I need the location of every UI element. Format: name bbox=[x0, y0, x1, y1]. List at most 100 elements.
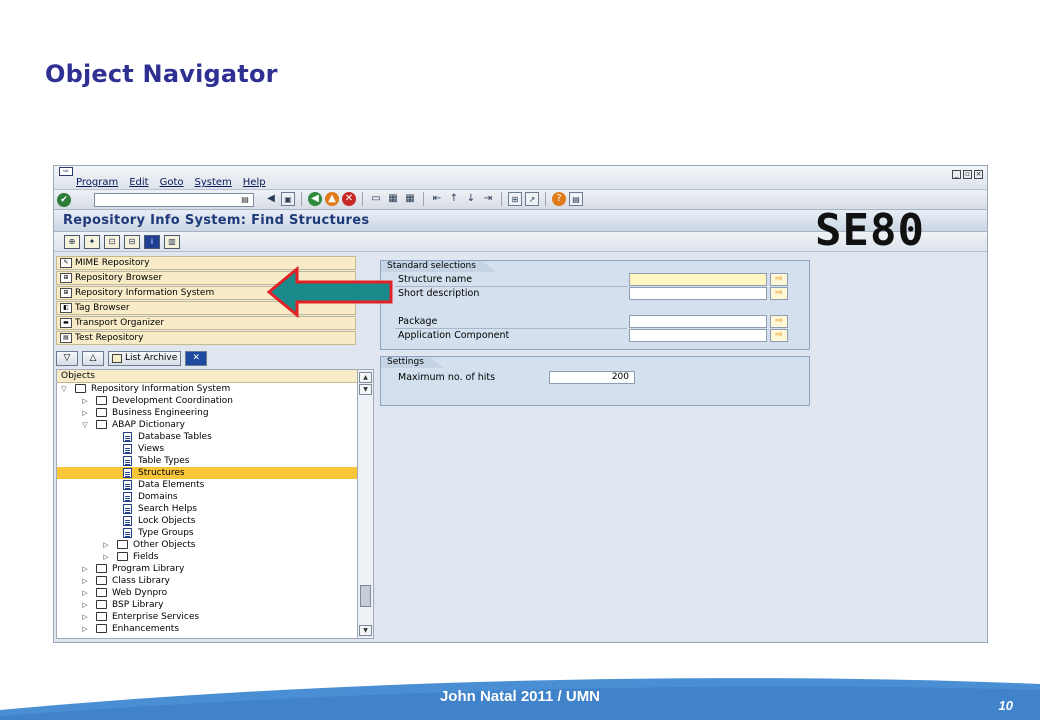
layout-menu-icon[interactable]: ▤ bbox=[569, 192, 583, 206]
tree-row-abap-dictionary[interactable]: ▽ ABAP Dictionary bbox=[57, 419, 357, 431]
tree-row-label: BSP Library bbox=[112, 600, 164, 610]
back-icon[interactable]: ◀ bbox=[308, 192, 322, 206]
tree-row-bsp-library[interactable]: ▷ BSP Library bbox=[57, 599, 357, 611]
tree-row-database-tables[interactable]: Database Tables bbox=[57, 431, 357, 443]
tree-row-lock-objects[interactable]: Lock Objects bbox=[57, 515, 357, 527]
tree-row-label: Lock Objects bbox=[138, 516, 196, 526]
nav-item-transport-organizer[interactable]: ▬ Transport Organizer bbox=[56, 316, 356, 330]
document-icon bbox=[123, 492, 132, 502]
application-component-search-icon[interactable]: ⇨ bbox=[770, 329, 788, 342]
slide-title: Object Navigator bbox=[45, 60, 278, 88]
exit-icon[interactable]: ▲ bbox=[325, 192, 339, 206]
short-description-input[interactable] bbox=[629, 287, 767, 300]
menu-goto[interactable]: Goto bbox=[160, 177, 184, 188]
tree-row-type-groups[interactable]: Type Groups bbox=[57, 527, 357, 539]
list-archive-button[interactable]: List Archive bbox=[108, 351, 182, 366]
layout-icon[interactable]: ▥ bbox=[164, 235, 180, 249]
last-page-icon[interactable]: ⇥ bbox=[481, 192, 495, 206]
tree-row-data-elements[interactable]: Data Elements bbox=[57, 479, 357, 491]
tree-row-domains[interactable]: Domains bbox=[57, 491, 357, 503]
expand-arrow-icon[interactable]: ▷ bbox=[80, 395, 90, 407]
info-icon[interactable]: i bbox=[144, 235, 160, 249]
command-history-icon[interactable]: ▤ bbox=[239, 194, 251, 206]
tree-row-label: Fields bbox=[133, 552, 159, 562]
menu-edit[interactable]: Edit bbox=[129, 177, 148, 188]
back-arrow-icon[interactable]: ◀ bbox=[264, 192, 278, 206]
expand-arrow-icon[interactable]: ▷ bbox=[80, 599, 90, 611]
scroll-up-icon[interactable]: ▲ bbox=[359, 372, 372, 383]
structure-name-input[interactable] bbox=[629, 273, 767, 286]
tree-row-class-library[interactable]: ▷ Class Library bbox=[57, 575, 357, 587]
scroll-down-icon[interactable]: ▼ bbox=[359, 384, 372, 395]
tree-row-enterprise-services[interactable]: ▷ Enterprise Services bbox=[57, 611, 357, 623]
close-window-icon[interactable]: × bbox=[974, 170, 983, 179]
tree-row-program-library[interactable]: ▷ Program Library bbox=[57, 563, 357, 575]
tree-row-label: Enhancements bbox=[112, 624, 180, 634]
tree-row-fields[interactable]: ▷ Fields bbox=[57, 551, 357, 563]
tree-scrollbar[interactable]: ▲ ▼ ▼ bbox=[357, 370, 373, 638]
find-next-icon[interactable]: ▦ bbox=[403, 192, 417, 206]
menu-help[interactable]: Help bbox=[243, 177, 266, 188]
package-search-icon[interactable]: ⇨ bbox=[770, 315, 788, 328]
next-page-icon[interactable]: ↓ bbox=[464, 192, 478, 206]
document-icon bbox=[123, 432, 132, 442]
tree-row-enhancements[interactable]: ▷ Enhancements bbox=[57, 623, 357, 635]
archive-icon bbox=[112, 354, 122, 363]
command-field[interactable] bbox=[94, 193, 254, 207]
tree-row-label: Table Types bbox=[138, 456, 190, 466]
scroll-bottom-icon[interactable]: ▼ bbox=[359, 625, 372, 636]
scroll-thumb[interactable] bbox=[360, 585, 371, 607]
expand-arrow-icon[interactable]: ▷ bbox=[80, 587, 90, 599]
help-icon[interactable]: ? bbox=[552, 192, 566, 206]
variant-icon[interactable]: ⊡ bbox=[104, 235, 120, 249]
tree-row-table-types[interactable]: Table Types bbox=[57, 455, 357, 467]
execute-icon[interactable]: ⊕ bbox=[64, 235, 80, 249]
enter-icon[interactable]: ✔ bbox=[57, 193, 71, 207]
short-description-row: Short description ⇨ bbox=[381, 287, 809, 300]
structure-name-search-icon[interactable]: ⇨ bbox=[770, 273, 788, 286]
new-session-icon[interactable]: ⊞ bbox=[508, 192, 522, 206]
tree-toggle-icon[interactable]: ⊟ bbox=[124, 235, 140, 249]
application-component-input[interactable] bbox=[629, 329, 767, 342]
max-hits-input[interactable]: 200 bbox=[549, 371, 635, 384]
package-input[interactable] bbox=[629, 315, 767, 328]
tree-row-structures[interactable]: Structures bbox=[57, 467, 357, 479]
settings-icon[interactable]: ✦ bbox=[84, 235, 100, 249]
tree-row-label: ABAP Dictionary bbox=[112, 420, 185, 430]
cancel-icon[interactable]: ✕ bbox=[342, 192, 356, 206]
restore-icon[interactable]: ▫ bbox=[963, 170, 972, 179]
close-tree-icon[interactable]: ✕ bbox=[185, 351, 208, 366]
previous-page-icon[interactable]: ↑ bbox=[447, 192, 461, 206]
collapse-icon[interactable]: △ bbox=[82, 351, 104, 366]
menu-system[interactable]: System bbox=[194, 177, 231, 188]
tree-row-other-objects[interactable]: ▷ Other Objects bbox=[57, 539, 357, 551]
first-page-icon[interactable]: ⇤ bbox=[430, 192, 444, 206]
tree-row-business-engineering[interactable]: ▷ Business Engineering bbox=[57, 407, 357, 419]
minimize-icon[interactable]: _ bbox=[952, 170, 961, 179]
tree-row-search-helps[interactable]: Search Helps bbox=[57, 503, 357, 515]
nav-item-test-repository[interactable]: ▤ Test Repository bbox=[56, 331, 356, 345]
expand-arrow-icon[interactable]: ▷ bbox=[80, 575, 90, 587]
tree-row-repository-information-system[interactable]: ▽ Repository Information System bbox=[57, 383, 357, 395]
print-icon[interactable]: ▭ bbox=[369, 192, 383, 206]
short-description-search-icon[interactable]: ⇨ bbox=[770, 287, 788, 300]
save-icon[interactable]: ▣ bbox=[281, 192, 295, 206]
tree-row-views[interactable]: Views bbox=[57, 443, 357, 455]
collapse-arrow-icon[interactable]: ▽ bbox=[59, 383, 69, 395]
expand-arrow-icon[interactable]: ▷ bbox=[80, 407, 90, 419]
tree-row-web-dynpro[interactable]: ▷ Web Dynpro bbox=[57, 587, 357, 599]
menu-program[interactable]: Program bbox=[76, 177, 118, 188]
sap-menu-icon[interactable]: ⇨ bbox=[59, 167, 73, 176]
expand-icon[interactable]: ▽ bbox=[56, 351, 78, 366]
tree-row-development-coordination[interactable]: ▷ Development Coordination bbox=[57, 395, 357, 407]
expand-arrow-icon[interactable]: ▷ bbox=[101, 551, 111, 563]
expand-arrow-icon[interactable]: ▷ bbox=[80, 623, 90, 635]
expand-arrow-icon[interactable]: ▷ bbox=[80, 611, 90, 623]
collapse-arrow-icon[interactable]: ▽ bbox=[80, 419, 90, 431]
expand-arrow-icon[interactable]: ▷ bbox=[101, 539, 111, 551]
toolbar-separator bbox=[362, 192, 363, 206]
find-icon[interactable]: ▦ bbox=[386, 192, 400, 206]
tree-row-label: Enterprise Services bbox=[112, 612, 200, 622]
expand-arrow-icon[interactable]: ▷ bbox=[80, 563, 90, 575]
shortcut-icon[interactable]: ↗ bbox=[525, 192, 539, 206]
